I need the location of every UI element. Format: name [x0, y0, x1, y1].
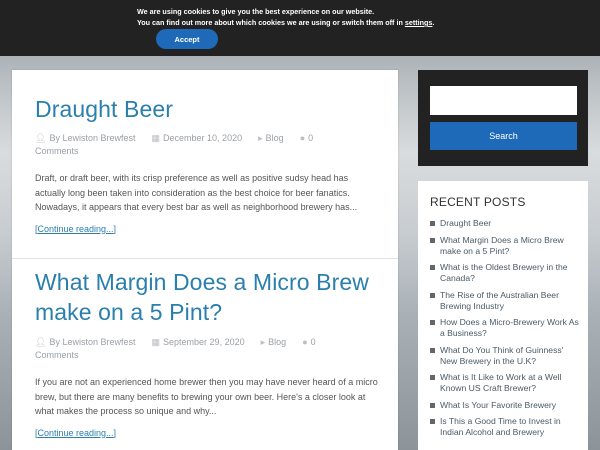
- cookie-line-1: We are using cookies to give you the bes…: [137, 7, 375, 16]
- recent-post-link[interactable]: Draught Beer: [440, 218, 491, 228]
- calendar-icon: ▦: [151, 337, 161, 347]
- post-excerpt: Draft, or draft beer, with its crisp pre…: [35, 173, 358, 212]
- post-comments-count[interactable]: 0: [308, 133, 313, 143]
- list-item[interactable]: Is This a Good Time to Invest in Indian …: [430, 416, 580, 438]
- post-comments-count[interactable]: 0: [311, 337, 316, 347]
- recent-posts-title: RECENT POSTS: [430, 195, 526, 209]
- square-bullet-icon: [430, 347, 435, 353]
- cookie-line-2-suffix: .: [432, 18, 435, 27]
- search-button[interactable]: Search: [430, 122, 577, 150]
- cookie-message: We are using cookies to give you the bes…: [137, 6, 434, 28]
- cookie-line-2-text: You can find out more about which cookie…: [137, 18, 405, 27]
- post-title-link[interactable]: What Margin Does a Micro Brew make on a …: [35, 267, 381, 327]
- user-icon: 👤︎: [35, 337, 47, 347]
- list-item[interactable]: What Margin Does a Micro Brew make on a …: [430, 235, 580, 257]
- recent-post-link[interactable]: How Does a Micro-Brewery Work As a Busin…: [440, 317, 579, 338]
- recent-post-link[interactable]: What is the Oldest Brewery in the Canada…: [440, 262, 568, 283]
- list-item[interactable]: What Do You Think of Guinness' New Brewe…: [430, 345, 580, 367]
- post-comments-label[interactable]: Comments: [35, 350, 79, 360]
- post-article: What Margin Does a Micro Brew make on a …: [35, 267, 381, 438]
- post-author[interactable]: By Lewiston Brewfest: [49, 337, 135, 347]
- list-item[interactable]: What is It Like to Work at a Well Known …: [430, 372, 580, 394]
- list-item[interactable]: The Rise of the Australian Beer Brewing …: [430, 290, 580, 312]
- main-content: Draught Beer 👤︎ By Lewiston Brewfest ▦ Dec…: [12, 70, 398, 450]
- comment-icon: ●: [302, 337, 308, 347]
- recent-post-link[interactable]: What Margin Does a Micro Brew make on a …: [440, 235, 564, 256]
- folder-icon: ▸: [258, 133, 263, 143]
- square-bullet-icon: [430, 375, 435, 380]
- folder-icon: ▸: [260, 337, 266, 347]
- recent-post-link[interactable]: What is It Like to Work at a Well Known …: [440, 372, 561, 393]
- post-comments-label[interactable]: Comments: [35, 146, 79, 156]
- recent-post-link[interactable]: The Rise of the Australian Beer Brewing …: [440, 290, 559, 311]
- list-item[interactable]: What is the Oldest Brewery in the Canada…: [430, 262, 580, 284]
- cookie-settings-link[interactable]: settings: [405, 18, 433, 27]
- post-date[interactable]: September 29, 2020: [163, 337, 245, 347]
- recent-post-link[interactable]: What Is Your Favorite Brewery: [440, 400, 556, 410]
- post-meta: 👤︎ By Lewiston Brewfest ▦ September 29, 20…: [35, 336, 381, 362]
- sidebar-search-widget: Search: [418, 70, 588, 166]
- square-bullet-icon: [430, 292, 435, 298]
- cookie-notice: We are using cookies to give you the bes…: [0, 0, 600, 56]
- search-input[interactable]: [430, 86, 577, 115]
- user-icon: 👤︎: [35, 133, 47, 143]
- continue-reading-link[interactable]: [Continue reading...]: [35, 428, 381, 438]
- square-bullet-icon: [430, 320, 435, 325]
- recent-post-link[interactable]: What Do You Think of Guinness' New Brewe…: [440, 345, 563, 366]
- post-excerpt: If you are not an experienced home brewe…: [35, 377, 378, 416]
- square-bullet-icon: [430, 221, 435, 226]
- cookie-line-2: You can find out more about which cookie…: [137, 17, 434, 28]
- list-item[interactable]: How Does a Micro-Brewery Work As a Busin…: [430, 317, 580, 339]
- post-category[interactable]: Blog: [266, 133, 284, 143]
- list-item[interactable]: Draught Beer: [430, 218, 580, 229]
- square-bullet-icon: [430, 402, 435, 408]
- post-article: Draught Beer 👤︎ By Lewiston Brewfest ▦ Dec…: [35, 94, 381, 234]
- recent-post-link[interactable]: Is This a Good Time to Invest in Indian …: [440, 416, 561, 437]
- post-author[interactable]: By Lewiston Brewfest: [49, 133, 135, 143]
- post-title-line: What Margin Does a Micro Brew: [35, 269, 369, 295]
- post-title-line: make on a 5 Pint?: [35, 299, 223, 325]
- post-title-line: Draught Beer: [35, 96, 173, 122]
- square-bullet-icon: [430, 419, 435, 424]
- post-title-link[interactable]: Draught Beer: [35, 94, 381, 124]
- cookie-accept-button[interactable]: Accept: [156, 29, 218, 49]
- post-meta: 👤︎ By Lewiston Brewfest ▦ December 10, 202…: [35, 132, 381, 158]
- square-bullet-icon: [430, 237, 435, 243]
- comment-icon: ●: [299, 133, 306, 143]
- post-category[interactable]: Blog: [268, 337, 286, 347]
- square-bullet-icon: [430, 265, 435, 270]
- post-divider: [12, 258, 398, 259]
- recent-posts-widget: RECENT POSTS Draught Beer What Margin Do…: [418, 181, 588, 450]
- recent-posts-list: Draught Beer What Margin Does a Micro Br…: [430, 218, 580, 444]
- calendar-icon: ▦: [151, 133, 161, 143]
- list-item[interactable]: What Is Your Favorite Brewery: [430, 400, 580, 411]
- post-date[interactable]: December 10, 2020: [163, 133, 242, 143]
- continue-reading-link[interactable]: [Continue reading...]: [35, 224, 381, 234]
